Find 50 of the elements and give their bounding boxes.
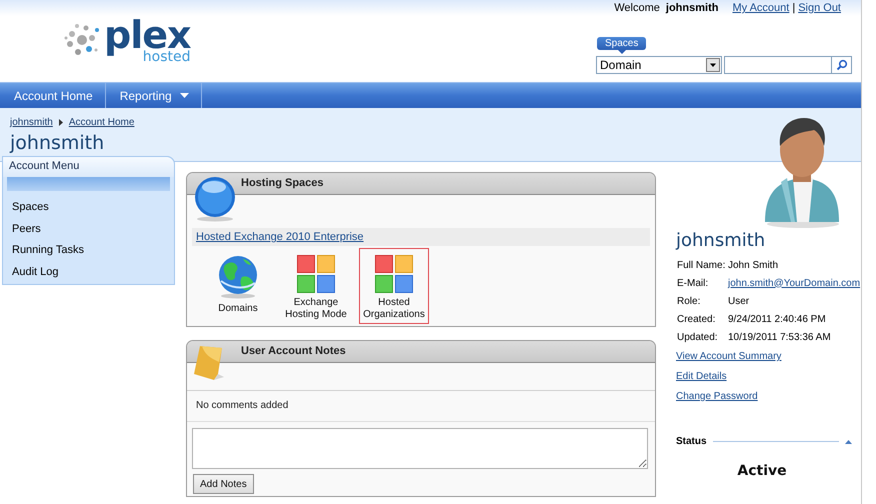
breadcrumb-link[interactable]: johnsmith	[10, 117, 53, 128]
menu-item[interactable]: Peers	[3, 218, 174, 240]
globe-icon	[217, 255, 259, 299]
collapse-icon[interactable]	[845, 440, 852, 444]
notes-field[interactable]	[192, 428, 648, 469]
field-value: 9/24/2011 2:40:46 PM	[728, 314, 826, 324]
page-title: johnsmith	[10, 134, 106, 153]
header-link[interactable]: My Account	[732, 2, 790, 14]
breadcrumb-link[interactable]: Account Home	[68, 117, 134, 128]
space-item[interactable]: Exchange Hosting Mode	[281, 248, 351, 324]
menu-title: Account Menu	[3, 157, 174, 177]
empty-notes-text: No comments added	[187, 391, 655, 422]
menu-item[interactable]: Audit Log	[3, 262, 174, 283]
header-link[interactable]: Sign Out	[798, 2, 841, 14]
field-label: Created:	[677, 314, 716, 324]
field-value: User	[728, 296, 750, 306]
tiles-icon	[375, 255, 413, 293]
profile-link[interactable]: Edit Details	[676, 370, 727, 390]
panel-title: User Account Notes	[241, 345, 346, 357]
panel-title: Hosting Spaces	[241, 177, 324, 189]
field-label: Role:	[677, 296, 702, 306]
user-name: johnsmith	[666, 2, 718, 14]
sphere-icon	[192, 176, 238, 222]
tiles-icon	[297, 255, 335, 293]
plan-link[interactable]: Hosted Exchange 2010 Enterprise	[196, 231, 364, 243]
field-value: 10/19/2011 7:53:36 AM	[728, 332, 831, 342]
link-separator: |	[792, 2, 796, 14]
menu-item[interactable]: Spaces	[3, 197, 174, 218]
field-label: E-Mail:	[677, 278, 710, 288]
search-field[interactable]	[724, 56, 832, 74]
welcome-text: Welcome	[614, 2, 660, 14]
field-label: Full Name:	[677, 260, 726, 270]
menu-item[interactable]: Running Tasks	[3, 240, 174, 262]
breadcrumb-arrow-icon	[58, 119, 63, 126]
space-item[interactable]: Hosted Organizations	[359, 248, 429, 324]
profile-name: johnsmith	[676, 230, 766, 252]
status-value: Active	[736, 463, 788, 479]
space-item[interactable]: Domains	[203, 248, 273, 324]
caret-icon	[706, 58, 720, 72]
field-value: John Smith	[728, 260, 778, 270]
space-type-dropdown[interactable]: Domain	[596, 56, 722, 74]
profile-link[interactable]: Change Password	[676, 390, 758, 410]
search-button[interactable]	[832, 56, 852, 74]
search-icon	[836, 59, 848, 71]
add-notes-button[interactable]: Add Notes	[193, 474, 254, 494]
caret-icon	[180, 93, 189, 98]
status-title: Status	[676, 436, 707, 447]
field-label: Updated:	[677, 332, 719, 342]
profile-link[interactable]: View Account Summary	[676, 350, 782, 370]
email-link[interactable]: john.smith@YourDomain.com	[728, 278, 860, 288]
